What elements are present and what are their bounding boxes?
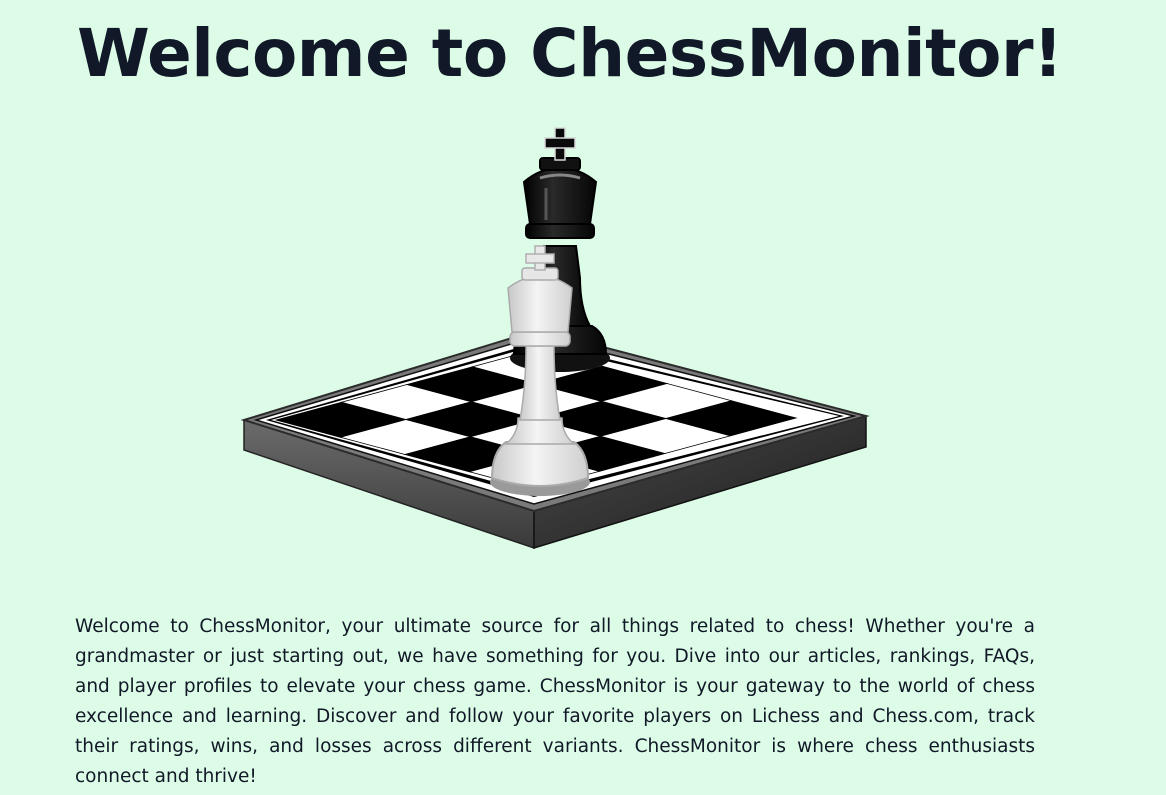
welcome-page: Welcome to ChessMonitor! Welcome to Ches… [0,0,1166,795]
hero-chessboard-image [240,124,870,550]
page-title: Welcome to ChessMonitor! [77,15,1063,92]
intro-paragraph: Welcome to ChessMonitor, your ultimate s… [75,616,1035,787]
